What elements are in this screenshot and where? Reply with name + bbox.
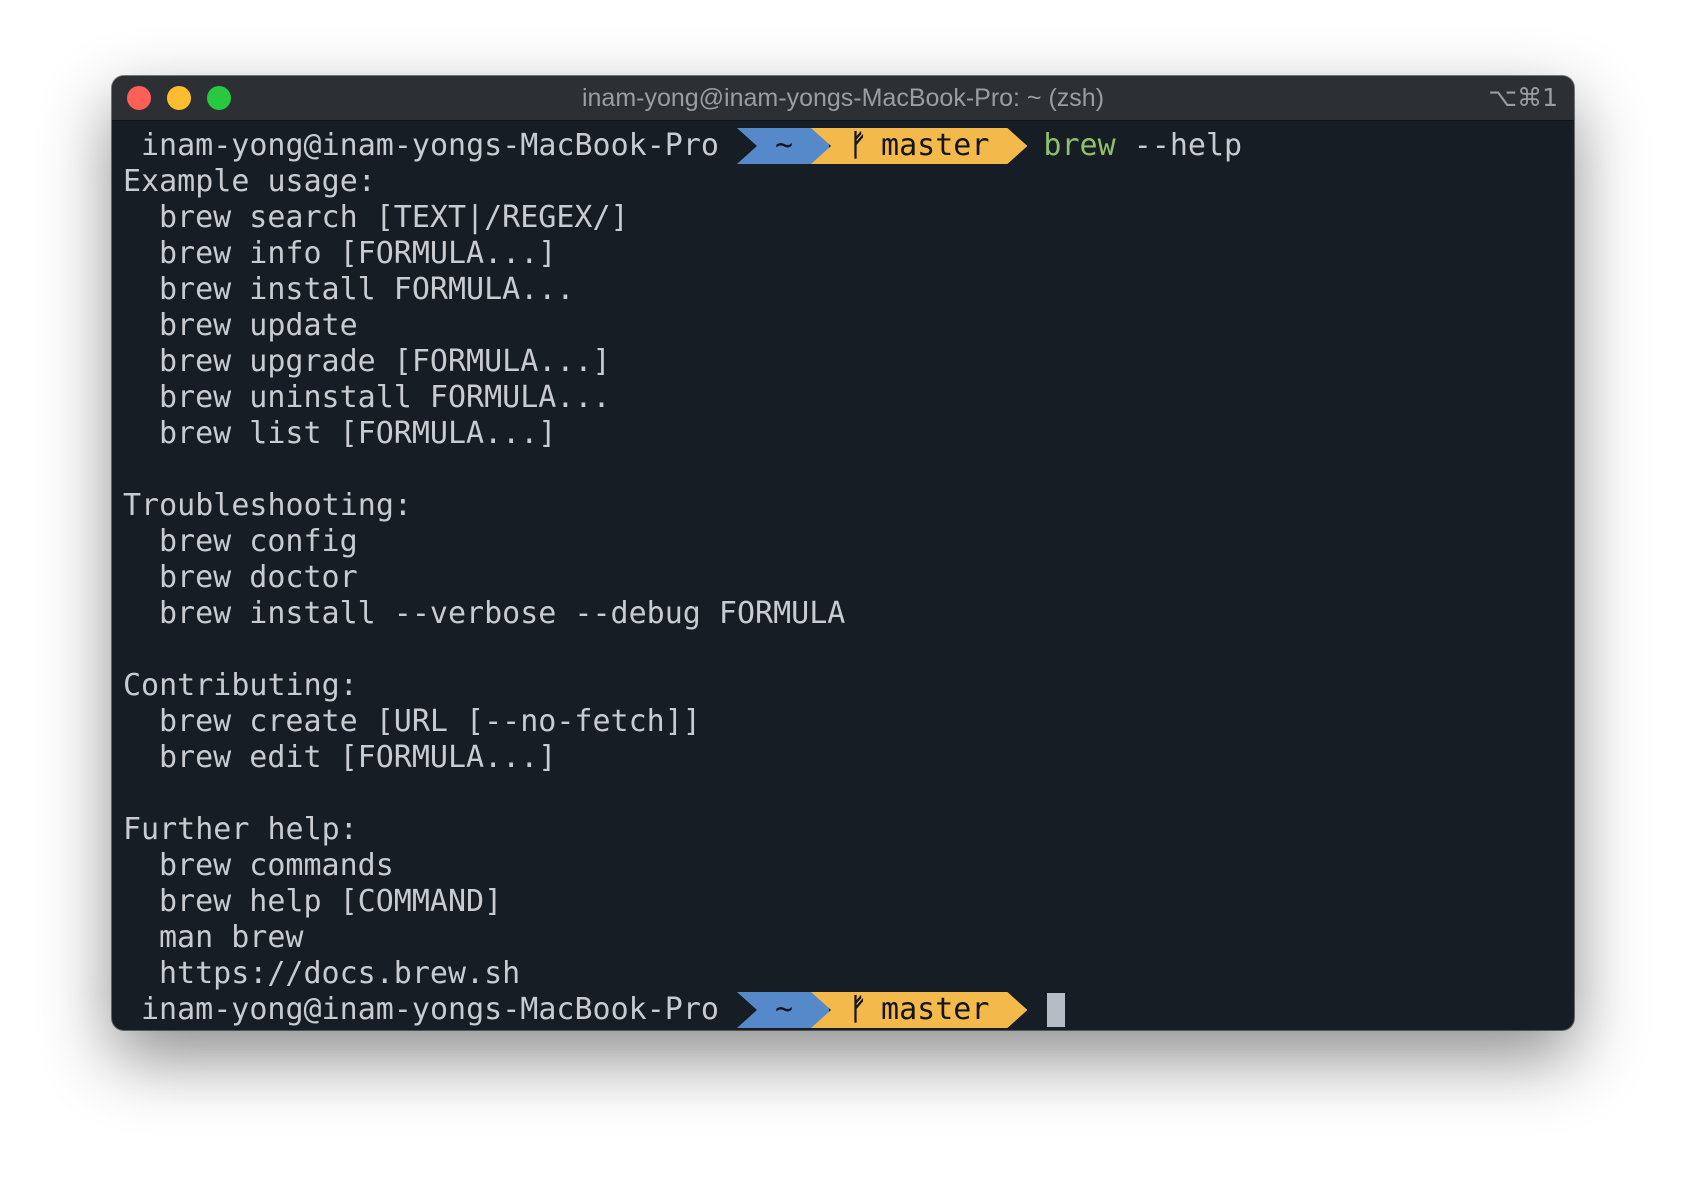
prompt-branch: master <box>881 128 990 163</box>
section-heading: Example usage: <box>123 164 376 199</box>
terminal-window[interactable]: inam-yong@inam-yongs-MacBook-Pro: ~ (zsh… <box>112 76 1574 1030</box>
output-line: brew list [FORMULA...] <box>159 416 557 451</box>
prompt-dir-segment: ~ <box>736 128 830 164</box>
section-heading: Contributing: <box>123 668 358 703</box>
output-line: brew install FORMULA... <box>159 272 575 307</box>
git-branch-icon: ᚠ <box>849 992 868 1027</box>
output-line: brew commands <box>159 848 394 883</box>
prompt-git-segment: ᚠ master <box>811 128 1027 164</box>
output-line: brew help [COMMAND] <box>159 884 503 919</box>
prompt-git-segment: ᚠ master <box>811 992 1027 1028</box>
output-line: brew config <box>159 524 358 559</box>
output-line: brew upgrade [FORMULA...] <box>159 344 611 379</box>
prompt-user-host: inam-yong@inam-yongs-MacBook-Pro <box>141 992 719 1027</box>
output-line: brew doctor <box>159 560 358 595</box>
window-shortcut: ⌥⌘1 <box>1488 83 1558 112</box>
output-line: brew info [FORMULA...] <box>159 236 557 271</box>
section-heading: Further help: <box>123 812 358 847</box>
prompt-dir: ~ <box>774 128 794 163</box>
terminal-output[interactable]: inam-yong@inam-yongs-MacBook-Pro ~ ᚠ mast… <box>123 128 1574 1030</box>
title-bar[interactable]: inam-yong@inam-yongs-MacBook-Pro: ~ (zsh… <box>112 76 1574 121</box>
section-heading: Troubleshooting: <box>123 488 412 523</box>
output-line: brew install --verbose --debug FORMULA <box>159 596 846 631</box>
prompt-user-host: inam-yong@inam-yongs-MacBook-Pro <box>141 128 719 163</box>
prompt-line[interactable]: inam-yong@inam-yongs-MacBook-Pro ~ ᚠ mast… <box>123 992 1574 1028</box>
output-line: brew uninstall FORMULA... <box>159 380 611 415</box>
output-line: brew search [TEXT|/REGEX/] <box>159 200 629 235</box>
output-line: man brew <box>159 920 304 955</box>
output-line[interactable]: https://docs.brew.sh <box>123 956 1574 992</box>
output-line: brew update <box>159 308 358 343</box>
command-bin: brew <box>1043 128 1116 163</box>
prompt-branch: master <box>881 992 990 1027</box>
text-cursor[interactable] <box>1047 993 1066 1027</box>
window-title: inam-yong@inam-yongs-MacBook-Pro: ~ (zsh… <box>581 84 1105 112</box>
prompt-dir: ~ <box>774 992 794 1027</box>
output-line: brew edit [FORMULA...] <box>159 740 557 775</box>
output-line: brew create [URL [--no-fetch]] <box>159 704 701 739</box>
prompt-dir-segment: ~ <box>736 992 830 1028</box>
prompt-line: inam-yong@inam-yongs-MacBook-Pro ~ ᚠ mast… <box>123 128 1574 164</box>
git-branch-icon: ᚠ <box>849 128 868 163</box>
command-args: --help <box>1133 128 1243 163</box>
command-text: brew --help <box>1043 128 1242 164</box>
